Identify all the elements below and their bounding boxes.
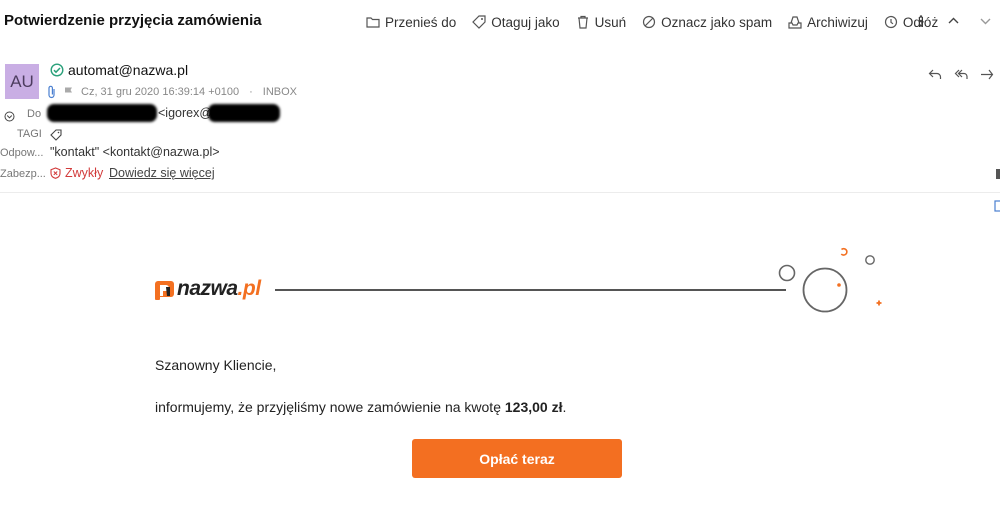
pay-now-button[interactable]: Opłać teraz [412, 439, 622, 478]
flag-icon[interactable] [63, 86, 75, 98]
mark-spam-button[interactable]: Oznacz jako spam [642, 15, 772, 30]
tag-icon [472, 15, 486, 29]
reply-actions [928, 68, 994, 81]
clock-icon [884, 15, 898, 29]
brand-tld: pl [242, 277, 261, 300]
chevron-down-icon[interactable] [979, 14, 992, 28]
order-info-text: informujemy, że przyjęliśmy nowe zamówie… [155, 399, 566, 415]
expand-recipients-icon[interactable] [4, 111, 15, 122]
order-amount: 123,00 zł [504, 399, 563, 415]
move-to-button[interactable]: Przenieś do [366, 15, 456, 30]
trash-icon [577, 15, 588, 29]
reply-icon[interactable] [928, 68, 942, 81]
security-label: Zabezp... [0, 168, 46, 180]
brand-wordmark: nazwa.pl [177, 277, 261, 301]
sender-row: automat@nazwa.pl [50, 62, 188, 78]
message-date: Cz, 31 gru 2020 16:39:14 +0100 [81, 86, 240, 98]
redacted-recipient-name [47, 104, 157, 122]
tag-as-label: Otaguj jako [491, 14, 560, 30]
tag-as-button[interactable]: Otaguj jako [472, 14, 560, 30]
security-value: Zwykły [65, 166, 104, 180]
greeting-text: Szanowny Kliencie, [155, 357, 277, 373]
external-view-icon[interactable] [994, 200, 1000, 212]
move-to-label: Przenieś do [385, 14, 457, 30]
learn-more-link[interactable]: Dowiedz się więcej [109, 166, 215, 180]
to-label: Do [27, 108, 42, 120]
print-icon[interactable] [996, 167, 1000, 181]
snooze-button[interactable]: Odłóż [884, 15, 938, 30]
security-badge: Zwykły [50, 166, 103, 180]
verified-check-icon [50, 63, 64, 77]
email-subject: Potwierdzenie przyjęcia zamówienia [4, 12, 262, 29]
message-meta: Cz, 31 gru 2020 16:39:14 +0100 · INBOX [47, 85, 297, 99]
redacted-recipient-domain [208, 104, 280, 122]
brand-name: nazwa [177, 277, 238, 300]
archive-button[interactable]: Archiwizuj [788, 15, 868, 30]
sender-address[interactable]: automat@nazwa.pl [68, 62, 188, 78]
order-info-prefix: informujemy, że przyjęliśmy nowe zamówie… [155, 399, 505, 415]
meta-separator: · [249, 86, 253, 98]
order-info-suffix: . [562, 399, 567, 415]
reply-to-label: Odpow... [0, 147, 44, 159]
decorative-circles [778, 247, 882, 313]
block-icon [643, 15, 656, 29]
sender-avatar: AU [5, 64, 39, 99]
more-options-icon[interactable] [915, 14, 927, 28]
email-toolbar: Przenieś do Otaguj jako Usuń Oznacz jako… [366, 12, 954, 32]
folder-icon [366, 17, 380, 28]
archive-label: Archiwizuj [807, 14, 868, 30]
chevron-up-icon[interactable] [947, 14, 960, 28]
banner-line [275, 289, 786, 291]
attachment-icon[interactable] [47, 85, 57, 99]
header-divider [0, 192, 1000, 193]
brand-logo: nazwa.pl [155, 277, 261, 301]
reply-to-value[interactable]: "kontakt" <kontakt@nazwa.pl> [50, 145, 220, 159]
folder-name: INBOX [262, 86, 298, 98]
add-tag-icon[interactable] [50, 129, 62, 141]
brand-mark-icon [155, 281, 174, 300]
to-value: <igorex@ [158, 106, 213, 120]
shield-icon [50, 167, 61, 179]
reply-all-icon[interactable] [954, 68, 968, 81]
tags-label: TAGI [17, 128, 42, 140]
forward-icon[interactable] [980, 68, 994, 81]
delete-button[interactable]: Usuń [576, 14, 627, 30]
archive-icon [788, 16, 802, 29]
mark-spam-label: Oznacz jako spam [661, 14, 773, 30]
delete-label: Usuń [594, 14, 627, 30]
